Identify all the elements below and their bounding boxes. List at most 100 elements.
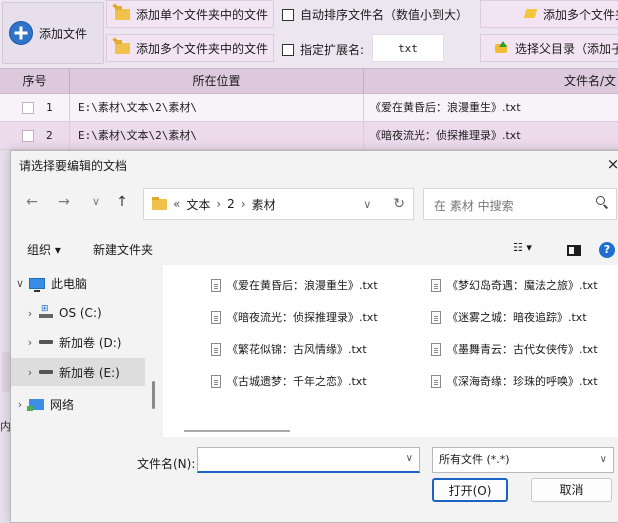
file-type-value: 所有文件 (*.*) (439, 453, 510, 466)
header-filename[interactable]: 文件名/文 (364, 69, 618, 93)
open-button[interactable]: 打开(O) (432, 478, 508, 502)
up-arrow-icon[interactable]: ↑ (111, 191, 133, 213)
address-prefix: « (173, 197, 181, 211)
organize-menu[interactable]: 组织 ▾ (27, 241, 61, 258)
forward-arrow-icon[interactable]: → (53, 191, 75, 213)
row-filename: 《爱在黄昏后：浪漫重生》.txt (370, 101, 521, 114)
text-file-icon (431, 342, 441, 356)
computer-icon (29, 277, 45, 292)
table-row[interactable]: 1 E:\素材\文本\2\素材\ 《爱在黄昏后：浪漫重生》.txt (0, 94, 618, 122)
chevron-down-icon[interactable]: ∨ (600, 448, 607, 472)
file-name: 《深海奇缘：珍珠的呼唤》.txt (447, 375, 598, 388)
close-icon[interactable]: × (603, 153, 618, 175)
chevron-right-icon[interactable]: › (21, 336, 39, 349)
file-name: 《梦幻岛奇遇：魔法之旅》.txt (447, 279, 598, 292)
folder-add-icon (111, 2, 130, 20)
refresh-icon[interactable]: ↻ (393, 196, 405, 212)
add-file-button[interactable]: 添加文件 (2, 2, 104, 64)
text-file-icon (431, 374, 441, 388)
file-name: 《爱在黄昏后：浪漫重生》.txt (227, 279, 378, 292)
tree-item-drive-d[interactable]: › 新加卷 (D:) (11, 328, 145, 356)
auto-sort-checkbox[interactable]: 自动排序文件名（数值小到大） (282, 6, 468, 23)
search-icon[interactable] (596, 196, 608, 208)
checkbox-box[interactable] (282, 43, 294, 56)
choose-parent-button[interactable]: 选择父目录（添加子 (480, 34, 618, 62)
tree-item-label: OS (C:) (59, 306, 102, 320)
breadcrumb-item[interactable]: 文本 (186, 196, 210, 213)
windows-drive-icon (39, 304, 53, 319)
row-checkbox[interactable] (22, 130, 34, 142)
list-item[interactable]: 《繁花似锦：古风情缘》.txt (211, 341, 367, 357)
ext-label: 指定扩展名: (300, 43, 365, 57)
chevron-right-icon[interactable]: › (21, 307, 39, 320)
table-row[interactable]: 2 E:\素材\文本\2\素材\ 《暗夜流光：侦探推理录》.txt (0, 122, 618, 150)
file-list-scrollbar[interactable] (184, 430, 290, 432)
extension-input[interactable]: txt (372, 34, 444, 62)
row-checkbox[interactable] (22, 102, 34, 114)
list-item[interactable]: 《迷雾之城：暗夜追踪》.txt (431, 309, 587, 325)
tree-item-label: 网络 (50, 397, 75, 412)
search-input[interactable]: 在 素材 中搜索 (423, 188, 617, 220)
left-panel-fragment (2, 352, 10, 392)
chevron-down-icon[interactable]: ∨ (11, 277, 29, 290)
list-item[interactable]: 《古城遗梦：千年之恋》.txt (211, 373, 367, 389)
left-panel-strip (0, 150, 10, 523)
row-location: E:\素材\文本\2\素材\ (70, 94, 364, 121)
file-name: 《古城遗梦：千年之恋》.txt (227, 375, 367, 388)
new-folder-button[interactable]: 新建文件夹 (93, 241, 153, 258)
address-bar[interactable]: « 文本 › 2 › 素材 ∨ ↻ (143, 188, 414, 220)
chevron-right-icon[interactable]: › (21, 366, 39, 379)
grid-header: 序号 所在位置 文件名/文 (0, 68, 618, 94)
tree-item-label: 新加卷 (E:) (59, 365, 120, 380)
ext-checkbox[interactable]: 指定扩展名: (282, 41, 364, 58)
tree-item-os-c[interactable]: › OS (C:) (11, 299, 145, 327)
open-file-dialog: 请选择要编辑的文档 × ← → ∨ ↑ « 文本 › 2 › 素材 ∨ ↻ 在 … (10, 150, 618, 523)
filename-input[interactable]: ∨ (197, 447, 420, 473)
command-bar: 组织 ▾ 新建文件夹 ☷ ▾ ? (11, 233, 618, 265)
text-file-icon (211, 278, 221, 292)
list-item[interactable]: 《暗夜流光：侦探推理录》.txt (211, 309, 378, 325)
text-file-icon (431, 310, 441, 324)
dialog-title: 请选择要编辑的文档 (19, 159, 128, 173)
header-index[interactable]: 序号 (0, 69, 70, 93)
search-placeholder: 在 素材 中搜索 (434, 199, 514, 213)
add-multi-folder-button[interactable]: 添加多个文件夹中的文件 (106, 34, 274, 62)
help-icon: ? (599, 242, 615, 258)
text-file-icon (431, 278, 441, 292)
file-type-select[interactable]: 所有文件 (*.*) ∨ (432, 447, 614, 473)
add-single-folder-button[interactable]: 添加单个文件夹中的文件 (106, 0, 274, 28)
help-button[interactable]: ? (599, 242, 615, 258)
toolbar: 添加文件 添加单个文件夹中的文件 添加多个文件夹中的文件 自动排序文件名（数值小… (0, 0, 618, 68)
row-index: 1 (40, 94, 70, 121)
cancel-button[interactable]: 取消 (531, 478, 612, 502)
list-item[interactable]: 《墨舞青云：古代女侠传》.txt (431, 341, 598, 357)
breadcrumb-separator: › (240, 197, 246, 211)
tree-item-this-pc[interactable]: ∨ 此电脑 (11, 269, 145, 297)
preview-pane-button[interactable] (567, 245, 581, 256)
view-options-icon[interactable]: ☷ ▾ (513, 241, 532, 254)
folder-icon (152, 196, 167, 210)
list-item[interactable]: 《爱在黄昏后：浪漫重生》.txt (211, 277, 378, 293)
row-index: 2 (40, 122, 70, 149)
drive-icon (39, 370, 53, 374)
header-location[interactable]: 所在位置 (70, 69, 364, 93)
tree-item-network[interactable]: › 网络 (11, 390, 145, 418)
chevron-down-icon[interactable]: ∨ (363, 198, 371, 211)
recent-locations-icon[interactable]: ∨ (85, 191, 107, 213)
file-name: 《迷雾之城：暗夜追踪》.txt (447, 311, 587, 324)
tree-item-label: 新加卷 (D:) (59, 335, 122, 350)
add-multi-files-label: 添加多个文件夹 (543, 7, 618, 22)
tree-item-drive-e[interactable]: › 新加卷 (E:) (11, 358, 145, 386)
drive-icon (39, 340, 53, 344)
text-file-icon (211, 374, 221, 388)
checkbox-box[interactable] (282, 8, 294, 21)
row-location: E:\素材\文本\2\素材\ (70, 122, 364, 149)
tree-scrollbar[interactable] (152, 381, 155, 409)
add-multi-files-button[interactable]: 添加多个文件夹 (480, 0, 618, 28)
chevron-down-icon[interactable]: ∨ (406, 453, 413, 464)
breadcrumb-item[interactable]: 2 (227, 197, 235, 211)
list-item[interactable]: 《深海奇缘：珍珠的呼唤》.txt (431, 373, 598, 389)
back-arrow-icon[interactable]: ← (21, 191, 43, 213)
list-item[interactable]: 《梦幻岛奇遇：魔法之旅》.txt (431, 277, 598, 293)
breadcrumb-item[interactable]: 素材 (252, 196, 276, 213)
